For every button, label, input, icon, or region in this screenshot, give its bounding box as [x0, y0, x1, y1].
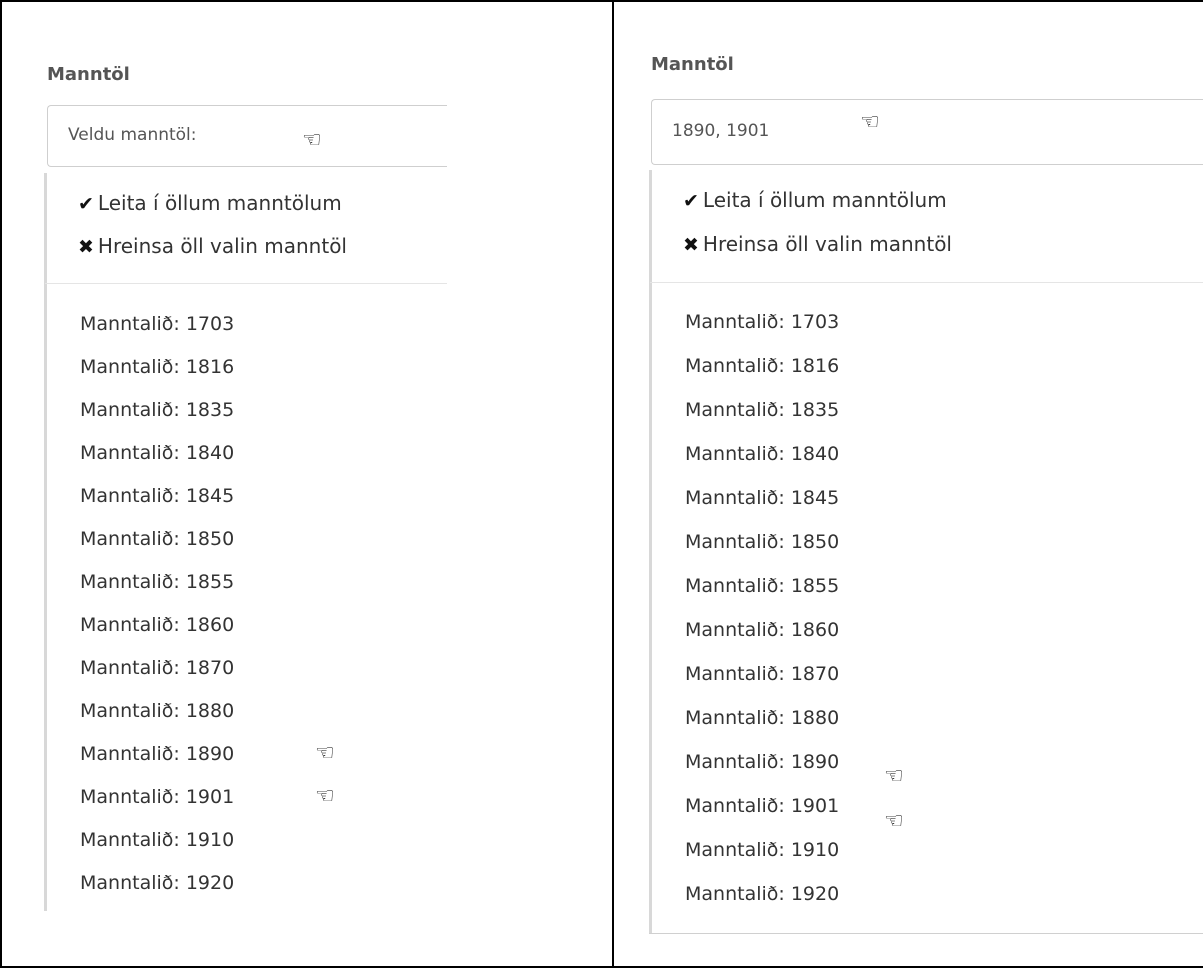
- census-option-1901[interactable]: Manntalið: 1901: [80, 786, 234, 808]
- census-option-1920[interactable]: Manntalið: 1920: [685, 883, 839, 905]
- census-option-1860[interactable]: Manntalið: 1860: [80, 614, 234, 636]
- census-option-1855[interactable]: Manntalið: 1855: [685, 575, 839, 597]
- select-all-action[interactable]: ✔ Leita í öllum manntölum: [78, 191, 342, 215]
- census-option-1910[interactable]: Manntalið: 1910: [685, 839, 839, 861]
- census-dropdown-menu: ✔ Leita í öllum manntölum ✖ Hreinsa öll va…: [649, 170, 1203, 934]
- census-label: Manntöl: [47, 64, 130, 85]
- census-option-1835[interactable]: Manntalið: 1835: [80, 399, 234, 421]
- check-icon: ✔: [78, 193, 94, 215]
- census-option-1835[interactable]: Manntalið: 1835: [685, 399, 839, 421]
- census-option-1845[interactable]: Manntalið: 1845: [80, 485, 234, 507]
- census-option-1703[interactable]: Manntalið: 1703: [685, 311, 839, 333]
- census-select[interactable]: 1890, 1901: [651, 99, 1203, 165]
- right-panel: Manntöl 1890, 1901 ☜ ✔ Leita í öllum mann…: [612, 0, 1203, 968]
- clear-all-action[interactable]: ✖ Hreinsa öll valin manntöl: [78, 234, 347, 258]
- census-option-1816[interactable]: Manntalið: 1816: [80, 356, 234, 378]
- menu-divider: [45, 283, 447, 284]
- census-option-1880[interactable]: Manntalið: 1880: [685, 707, 839, 729]
- pointer-hand-icon: ☜: [884, 764, 904, 789]
- select-all-action[interactable]: ✔ Leita í öllum manntölum: [683, 188, 947, 212]
- clear-all-label: Hreinsa öll valin manntöl: [97, 234, 347, 258]
- census-option-1816[interactable]: Manntalið: 1816: [685, 355, 839, 377]
- left-panel: Manntöl Veldu manntöl: ☜ ✔ Leita í öllum …: [0, 0, 614, 968]
- census-option-1901[interactable]: Manntalið: 1901: [685, 795, 839, 817]
- census-select[interactable]: Veldu manntöl:: [47, 105, 447, 167]
- census-option-1850[interactable]: Manntalið: 1850: [80, 528, 234, 550]
- census-select-value: 1890, 1901: [672, 121, 770, 141]
- census-label: Manntöl: [651, 54, 734, 75]
- menu-divider: [650, 282, 1203, 283]
- pointer-hand-icon: ☜: [315, 784, 335, 809]
- census-option-1890[interactable]: Manntalið: 1890: [80, 743, 234, 765]
- pointer-hand-icon: ☜: [315, 741, 335, 766]
- check-icon: ✔: [683, 190, 699, 212]
- census-option-1840[interactable]: Manntalið: 1840: [80, 442, 234, 464]
- census-option-1845[interactable]: Manntalið: 1845: [685, 487, 839, 509]
- census-option-1910[interactable]: Manntalið: 1910: [80, 829, 234, 851]
- census-option-1703[interactable]: Manntalið: 1703: [80, 313, 234, 335]
- select-all-label: Leita í öllum manntölum: [702, 188, 947, 212]
- census-select-placeholder: Veldu manntöl:: [68, 125, 197, 145]
- census-option-1855[interactable]: Manntalið: 1855: [80, 571, 234, 593]
- census-option-1870[interactable]: Manntalið: 1870: [685, 663, 839, 685]
- census-option-1870[interactable]: Manntalið: 1870: [80, 657, 234, 679]
- dropdown-border: [649, 170, 652, 933]
- x-icon: ✖: [78, 236, 94, 258]
- census-option-1880[interactable]: Manntalið: 1880: [80, 700, 234, 722]
- clear-all-label: Hreinsa öll valin manntöl: [702, 232, 952, 256]
- pointer-hand-icon: ☜: [302, 128, 322, 153]
- clear-all-action[interactable]: ✖ Hreinsa öll valin manntöl: [683, 232, 952, 256]
- census-option-1850[interactable]: Manntalið: 1850: [685, 531, 839, 553]
- select-all-label: Leita í öllum manntölum: [97, 191, 342, 215]
- census-option-1890[interactable]: Manntalið: 1890: [685, 751, 839, 773]
- census-option-1840[interactable]: Manntalið: 1840: [685, 443, 839, 465]
- census-option-1920[interactable]: Manntalið: 1920: [80, 872, 234, 894]
- pointer-hand-icon: ☜: [884, 809, 904, 834]
- census-option-1860[interactable]: Manntalið: 1860: [685, 619, 839, 641]
- x-icon: ✖: [683, 234, 699, 256]
- pointer-hand-icon: ☜: [860, 110, 880, 135]
- census-dropdown-menu: ✔ Leita í öllum manntölum ✖ Hreinsa öll va…: [44, 173, 447, 911]
